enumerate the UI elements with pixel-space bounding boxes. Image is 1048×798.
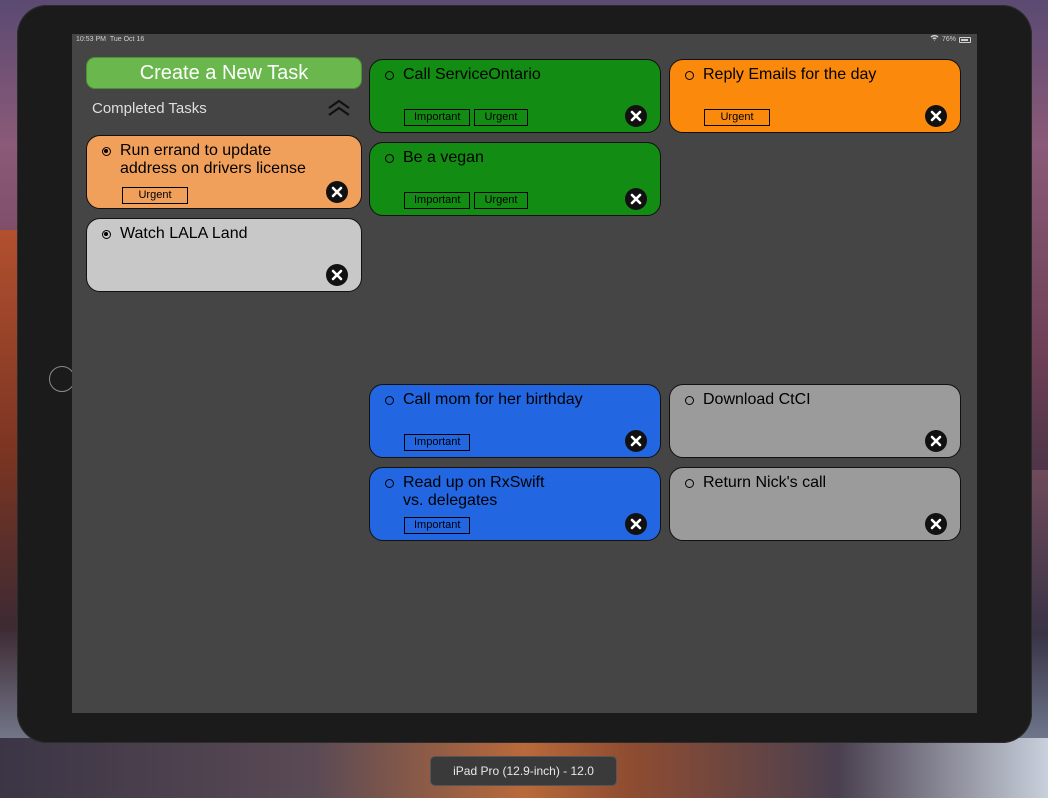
checked-radio-icon[interactable] — [102, 147, 111, 156]
close-circle-icon[interactable] — [925, 105, 947, 127]
radio-icon[interactable] — [385, 396, 394, 405]
create-task-button[interactable]: Create a New Task — [86, 57, 362, 89]
radio-icon[interactable] — [685, 396, 694, 405]
completed-task-card[interactable]: Run errand to update address on drivers … — [86, 135, 362, 209]
radio-icon[interactable] — [385, 479, 394, 488]
task-card[interactable]: Read up on RxSwift vs. delegates Importa… — [369, 467, 661, 541]
task-card[interactable]: Download CtCI — [669, 384, 961, 458]
task-card[interactable]: Call ServiceOntario Important Urgent — [369, 59, 661, 133]
app-screen: 10:53 PM Tue Oct 16 76% Create a New Tas… — [72, 34, 977, 713]
wifi-icon — [930, 34, 939, 46]
task-title: Download CtCI — [703, 391, 811, 408]
checked-radio-icon[interactable] — [102, 230, 111, 239]
tag-urgent: Urgent — [474, 109, 528, 126]
task-card[interactable]: Return Nick's call — [669, 467, 961, 541]
radio-icon[interactable] — [685, 71, 694, 80]
task-title: Call ServiceOntario — [403, 66, 541, 83]
tag-important: Important — [404, 517, 471, 534]
task-tags: Important Urgent — [404, 192, 528, 209]
close-circle-icon[interactable] — [925, 513, 947, 535]
task-tags: Urgent — [704, 109, 770, 126]
task-title: Watch LALA Land — [120, 225, 248, 242]
task-title: Read up on RxSwift vs. delegates — [403, 474, 545, 509]
status-time: 10:53 PM — [76, 36, 106, 43]
tag-important: Important — [404, 434, 471, 451]
tag-urgent: Urgent — [474, 192, 528, 209]
close-circle-icon[interactable] — [625, 188, 647, 210]
radio-icon[interactable] — [385, 154, 394, 163]
status-indicators: 76% — [930, 34, 971, 46]
task-title: Run errand to update address on drivers … — [120, 142, 306, 177]
battery-icon — [959, 37, 971, 43]
close-circle-icon[interactable] — [326, 181, 348, 203]
task-card[interactable]: Call mom for her birthday Important — [369, 384, 661, 458]
radio-icon[interactable] — [685, 479, 694, 488]
close-circle-icon[interactable] — [625, 430, 647, 452]
task-title: Be a vegan — [403, 149, 484, 166]
task-card[interactable]: Be a vegan Important Urgent — [369, 142, 661, 216]
task-title: Reply Emails for the day — [703, 66, 877, 83]
radio-icon[interactable] — [385, 71, 394, 80]
tag-urgent: Urgent — [704, 109, 770, 126]
completed-task-card[interactable]: Watch LALA Land — [86, 218, 362, 292]
tag-important: Important — [404, 192, 471, 209]
task-tags: Urgent — [122, 187, 188, 204]
tag-urgent: Urgent — [122, 187, 188, 204]
task-tags: Important Urgent — [404, 109, 528, 126]
completed-tasks-label: Completed Tasks — [92, 100, 207, 117]
close-circle-icon[interactable] — [925, 430, 947, 452]
close-circle-icon[interactable] — [326, 264, 348, 286]
task-title: Call mom for her birthday — [403, 391, 583, 408]
status-bar: 10:53 PM Tue Oct 16 76% — [72, 34, 977, 46]
status-date: Tue Oct 16 — [109, 36, 145, 43]
tag-important: Important — [404, 109, 471, 126]
close-circle-icon[interactable] — [625, 105, 647, 127]
task-tags: Important — [404, 434, 471, 451]
simulator-device-label: iPad Pro (12.9-inch) - 12.0 — [430, 756, 617, 786]
chevron-double-up-icon[interactable] — [326, 98, 352, 120]
task-tags: Important — [404, 517, 471, 534]
task-card[interactable]: Reply Emails for the day Urgent — [669, 59, 961, 133]
battery-percent: 76% — [941, 36, 956, 43]
task-title: Return Nick's call — [703, 474, 827, 491]
status-time-date: 10:53 PM Tue Oct 16 — [76, 34, 144, 46]
close-circle-icon[interactable] — [625, 513, 647, 535]
